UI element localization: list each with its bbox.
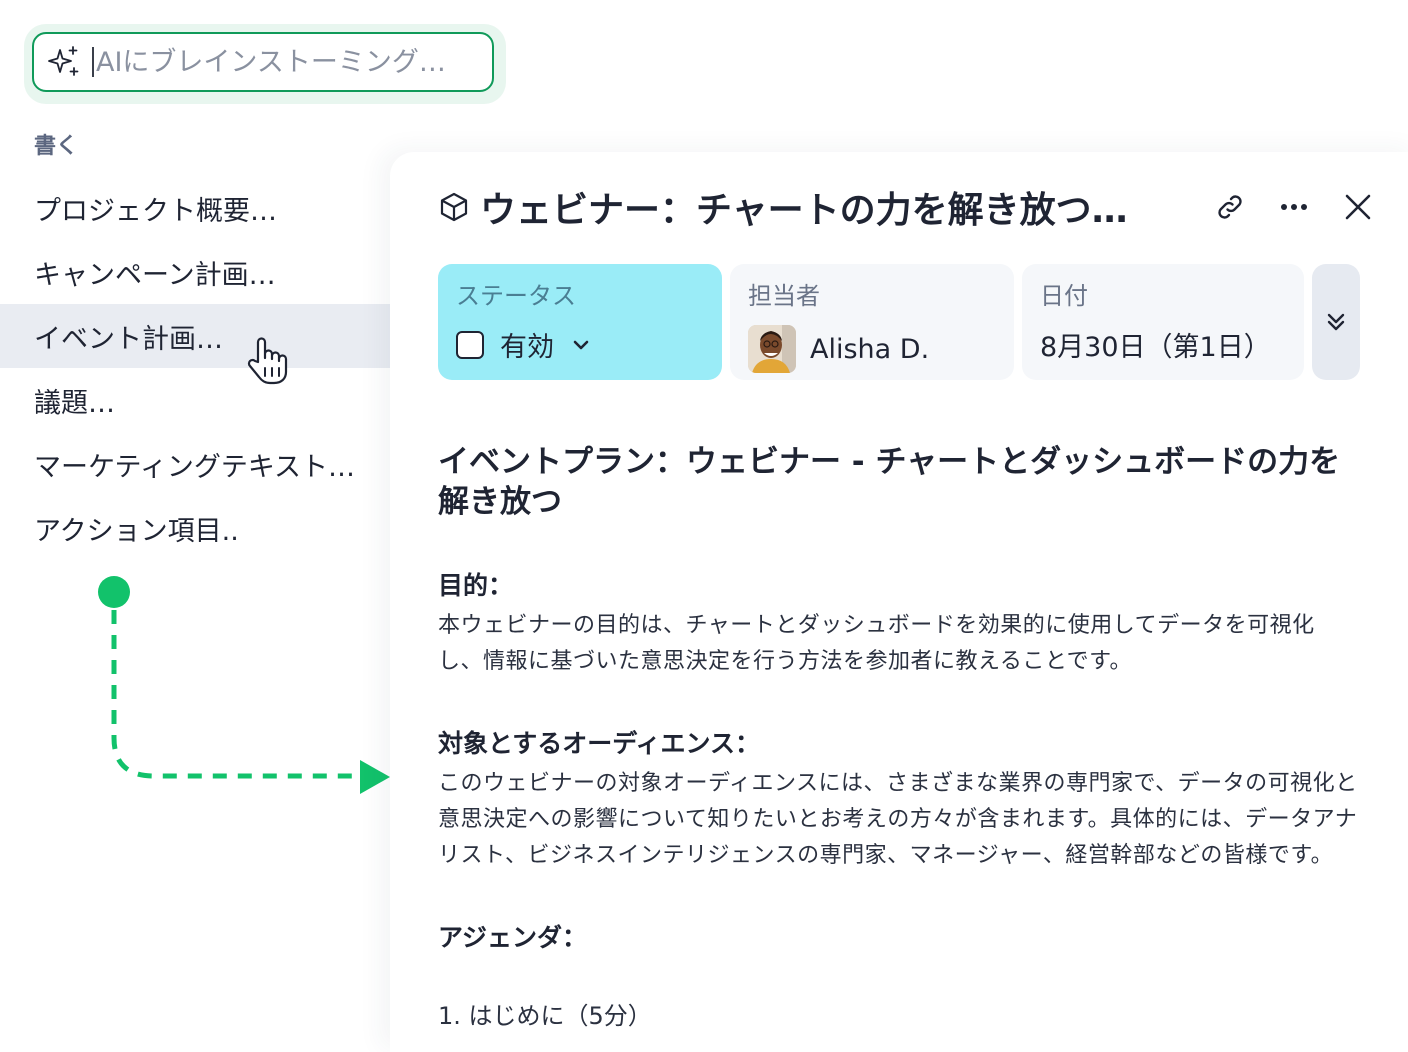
close-button[interactable]	[1338, 187, 1378, 227]
ai-search-input[interactable]	[94, 46, 476, 78]
chevron-down-icon[interactable]	[572, 336, 590, 354]
section-heading-audience: 対象とするオーディエンス：	[438, 729, 761, 758]
status-value: 有効	[500, 332, 554, 363]
arrow-start-dot	[98, 576, 130, 608]
double-chevron-down-icon	[1327, 313, 1345, 331]
section-heading-agenda: アジェンダ：	[438, 923, 588, 952]
status-field[interactable]: ステータス 有効	[438, 264, 722, 380]
sparkle-icon	[48, 46, 79, 76]
date-field-label: 日付	[1040, 282, 1088, 310]
cube-icon	[440, 192, 468, 222]
ai-search-box[interactable]	[32, 32, 494, 92]
ellipsis-icon	[1281, 204, 1307, 210]
date-field[interactable]: 日付 8月30日（第1日）	[1022, 264, 1304, 380]
link-icon	[1218, 195, 1242, 219]
agenda-item: 1. はじめに（5分）	[438, 1002, 652, 1030]
menu-item-campaign-plan[interactable]: キャンペーン計画…	[0, 240, 390, 304]
status-field-label: ステータス	[456, 282, 576, 310]
field-row: ステータス 有効 担当者 Alisha D. 日付 8月30日（第1日）	[438, 264, 1360, 380]
hand-cursor-icon	[247, 337, 288, 385]
assignee-name: Alisha D.	[810, 333, 930, 365]
menu-item-action-items[interactable]: アクション項目..	[0, 496, 390, 560]
copy-link-button[interactable]	[1210, 187, 1250, 227]
flow-arrow-graphic	[98, 576, 390, 794]
close-icon	[1345, 194, 1371, 220]
date-value: 8月30日（第1日）	[1040, 332, 1271, 363]
avatar	[748, 325, 796, 373]
section-body-audience: このウェビナーの対象オーディエンスには、さまざまな業界の専門家で、データの可視化…	[438, 771, 1358, 868]
arrow-head-icon	[360, 760, 390, 794]
menu-item-marketing-text[interactable]: マーケティングテキスト…	[0, 432, 390, 496]
document-title: イベントプラン：ウェビナー - チャートとダッシュボードの力を解き放つ	[438, 444, 1341, 520]
more-options-button[interactable]	[1274, 187, 1314, 227]
document-body: イベントプラン：ウェビナー - チャートとダッシュボードの力を解き放つ 目的： …	[438, 442, 1358, 1031]
write-menu: プロジェクト概要… キャンペーン計画… イベント計画… 議題… マーケティングテ…	[0, 176, 390, 560]
panel-title: ウェビナー：チャートの力を解き放つ…	[480, 190, 1128, 231]
ai-search-focus-ring	[24, 24, 506, 104]
section-body-purpose: 本ウェビナーの目的は、チャートとダッシュボードを効果的に使用してデータを可視化し…	[438, 613, 1315, 674]
menu-item-project-overview[interactable]: プロジェクト概要…	[0, 176, 390, 240]
assignee-field-label: 担当者	[748, 282, 820, 310]
menu-item-agenda[interactable]: 議題…	[0, 368, 390, 432]
assignee-field[interactable]: 担当者 Alisha D.	[730, 264, 1014, 380]
menu-item-event-plan[interactable]: イベント計画…	[0, 304, 390, 368]
expand-fields-button[interactable]	[1312, 264, 1360, 380]
status-checkbox[interactable]	[456, 330, 484, 359]
section-heading-purpose: 目的：	[438, 571, 514, 600]
menu-section-heading: 書く	[34, 134, 79, 159]
task-detail-panel: ウェビナー：チャートの力を解き放つ… ステータス 有効 担当者 Alisha D…	[390, 152, 1408, 1052]
panel-header: ウェビナー：チャートの力を解き放つ…	[438, 182, 1378, 232]
dashed-connector	[111, 610, 360, 779]
